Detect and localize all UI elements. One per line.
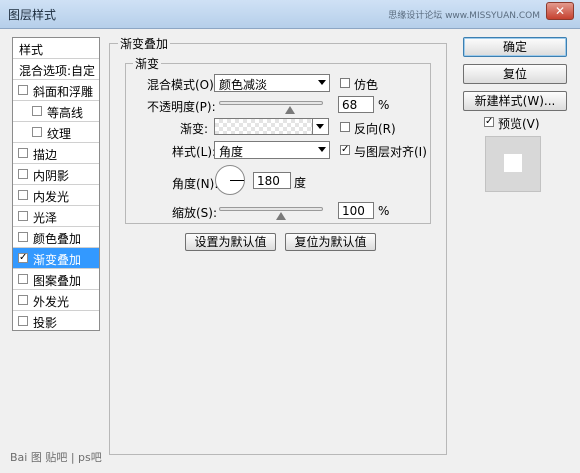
style-label-contour: 等高线 <box>47 106 84 120</box>
blend-options-label: 混合选项:自定 <box>19 64 96 78</box>
style-checkbox-outer-glow[interactable] <box>18 295 28 305</box>
style-item-color-overlay[interactable]: 颜色叠加 <box>13 227 99 248</box>
opacity-slider[interactable] <box>219 101 323 105</box>
style-preview-thumbnail <box>485 136 541 192</box>
style-item-inner-glow[interactable]: 内发光 <box>13 185 99 206</box>
opacity-value: 68 <box>342 98 358 112</box>
style-item-stroke[interactable]: 描边 <box>13 143 99 164</box>
style-checkbox-color-overlay[interactable] <box>18 232 28 242</box>
scale-input[interactable]: 100 <box>338 202 374 219</box>
style-label: 样式(L): <box>172 145 217 159</box>
styles-header[interactable]: 样式 <box>13 38 99 59</box>
style-item-contour[interactable]: 等高线 <box>13 101 99 122</box>
style-item-inner-shadow[interactable]: 内阴影 <box>13 164 99 185</box>
angle-unit: 度 <box>294 176 307 190</box>
preview-label: 预览(V) <box>498 117 540 131</box>
blend-mode-label: 混合模式(O): <box>147 78 218 92</box>
style-label-stroke: 描边 <box>33 148 58 162</box>
scale-value: 100 <box>342 204 365 218</box>
style-label-drop-shadow: 投影 <box>33 316 58 330</box>
new-style-button[interactable]: 新建样式(W)... <box>463 91 567 111</box>
dialog-client: 样式 混合选项:自定 斜面和浮雕 等高线 纹理 描边 内阴影 内发光 光泽 颜色… <box>0 29 580 473</box>
dither-label: 仿色 <box>354 78 379 92</box>
chevron-down-icon <box>318 147 326 152</box>
scale-percent-sign: % <box>378 204 390 218</box>
preview-swatch <box>504 154 522 172</box>
style-checkbox-texture[interactable] <box>32 127 42 137</box>
blend-mode-select[interactable]: 颜色减淡 <box>214 74 330 92</box>
style-select[interactable]: 角度 <box>214 141 330 159</box>
preview-checkbox[interactable]: ✓ <box>484 117 494 127</box>
window-title: 图层样式 <box>8 8 57 22</box>
style-label-gradient-overlay: 渐变叠加 <box>33 253 82 267</box>
opacity-slider-thumb[interactable] <box>284 106 295 114</box>
gradient-overlay-title: 渐变叠加 <box>118 35 171 52</box>
gradient-label: 渐变: <box>180 122 209 136</box>
blend-options-item[interactable]: 混合选项:自定 <box>13 59 99 80</box>
opacity-label: 不透明度(P): <box>147 100 216 114</box>
watermark-top: 思缘设计论坛 www.MISSYUAN.COM <box>388 11 540 21</box>
footer-watermark: Bai 图 贴吧 | ps吧 <box>10 451 102 464</box>
chevron-down-icon <box>318 80 326 85</box>
style-checkbox-gradient-overlay[interactable]: ✓ <box>18 253 28 263</box>
gradient-dropdown-button[interactable] <box>313 118 329 135</box>
style-checkbox-pattern-overlay[interactable] <box>18 274 28 284</box>
style-label-texture: 纹理 <box>47 127 72 141</box>
align-with-layer-checkbox[interactable]: ✓ <box>340 145 350 155</box>
opacity-percent-sign: % <box>378 98 390 112</box>
gradient-group-title: 渐变 <box>133 55 162 72</box>
ok-button[interactable]: 确定 <box>463 37 567 57</box>
style-checkbox-stroke[interactable] <box>18 148 28 158</box>
style-label-bevel: 斜面和浮雕 <box>33 85 94 99</box>
reset-button[interactable]: 复位 <box>463 64 567 84</box>
style-checkbox-bevel[interactable] <box>18 85 28 95</box>
style-item-satin[interactable]: 光泽 <box>13 206 99 227</box>
style-checkbox-inner-shadow[interactable] <box>18 169 28 179</box>
make-default-button[interactable]: 设置为默认值 <box>185 233 276 251</box>
scale-slider-thumb[interactable] <box>276 212 286 220</box>
style-label-outer-glow: 外发光 <box>33 295 70 309</box>
reverse-checkbox[interactable] <box>340 122 350 132</box>
style-item-drop-shadow[interactable]: 投影 <box>13 311 99 332</box>
close-button[interactable]: ✕ <box>546 2 574 20</box>
align-with-layer-label: 与图层对齐(I) <box>354 145 427 159</box>
reverse-label: 反向(R) <box>354 122 396 136</box>
style-item-pattern-overlay[interactable]: 图案叠加 <box>13 269 99 290</box>
dither-checkbox[interactable] <box>340 78 350 88</box>
style-item-bevel[interactable]: 斜面和浮雕 <box>13 80 99 101</box>
angle-value: 180 <box>257 174 280 188</box>
style-checkbox-inner-glow[interactable] <box>18 190 28 200</box>
style-item-outer-glow[interactable]: 外发光 <box>13 290 99 311</box>
style-item-texture[interactable]: 纹理 <box>13 122 99 143</box>
style-label-pattern-overlay: 图案叠加 <box>33 274 82 288</box>
blend-mode-value: 颜色减淡 <box>219 78 268 92</box>
angle-label: 角度(N): <box>172 177 219 191</box>
style-label-color-overlay: 颜色叠加 <box>33 232 82 246</box>
angle-input[interactable]: 180 <box>253 172 291 189</box>
reset-to-default-button[interactable]: 复位为默认值 <box>285 233 376 251</box>
style-item-gradient-overlay[interactable]: ✓ 渐变叠加 <box>13 248 99 269</box>
angle-dial-hand <box>230 180 244 181</box>
title-bar: 图层样式 思缘设计论坛 www.MISSYUAN.COM ✕ <box>0 0 580 29</box>
angle-dial[interactable] <box>215 165 245 195</box>
style-label-inner-glow: 内发光 <box>33 190 70 204</box>
styles-header-label: 样式 <box>19 43 44 57</box>
scale-label: 缩放(S): <box>172 206 218 220</box>
opacity-input[interactable]: 68 <box>338 96 374 113</box>
styles-list: 样式 混合选项:自定 斜面和浮雕 等高线 纹理 描边 内阴影 内发光 光泽 颜色… <box>12 37 100 331</box>
gradient-picker[interactable] <box>214 118 313 135</box>
style-checkbox-drop-shadow[interactable] <box>18 316 28 326</box>
chevron-down-icon <box>316 124 324 129</box>
style-label-satin: 光泽 <box>33 211 58 225</box>
style-checkbox-contour[interactable] <box>32 106 42 116</box>
scale-slider[interactable] <box>219 207 323 211</box>
style-label-inner-shadow: 内阴影 <box>33 169 70 183</box>
style-value: 角度 <box>219 145 244 159</box>
style-checkbox-satin[interactable] <box>18 211 28 221</box>
